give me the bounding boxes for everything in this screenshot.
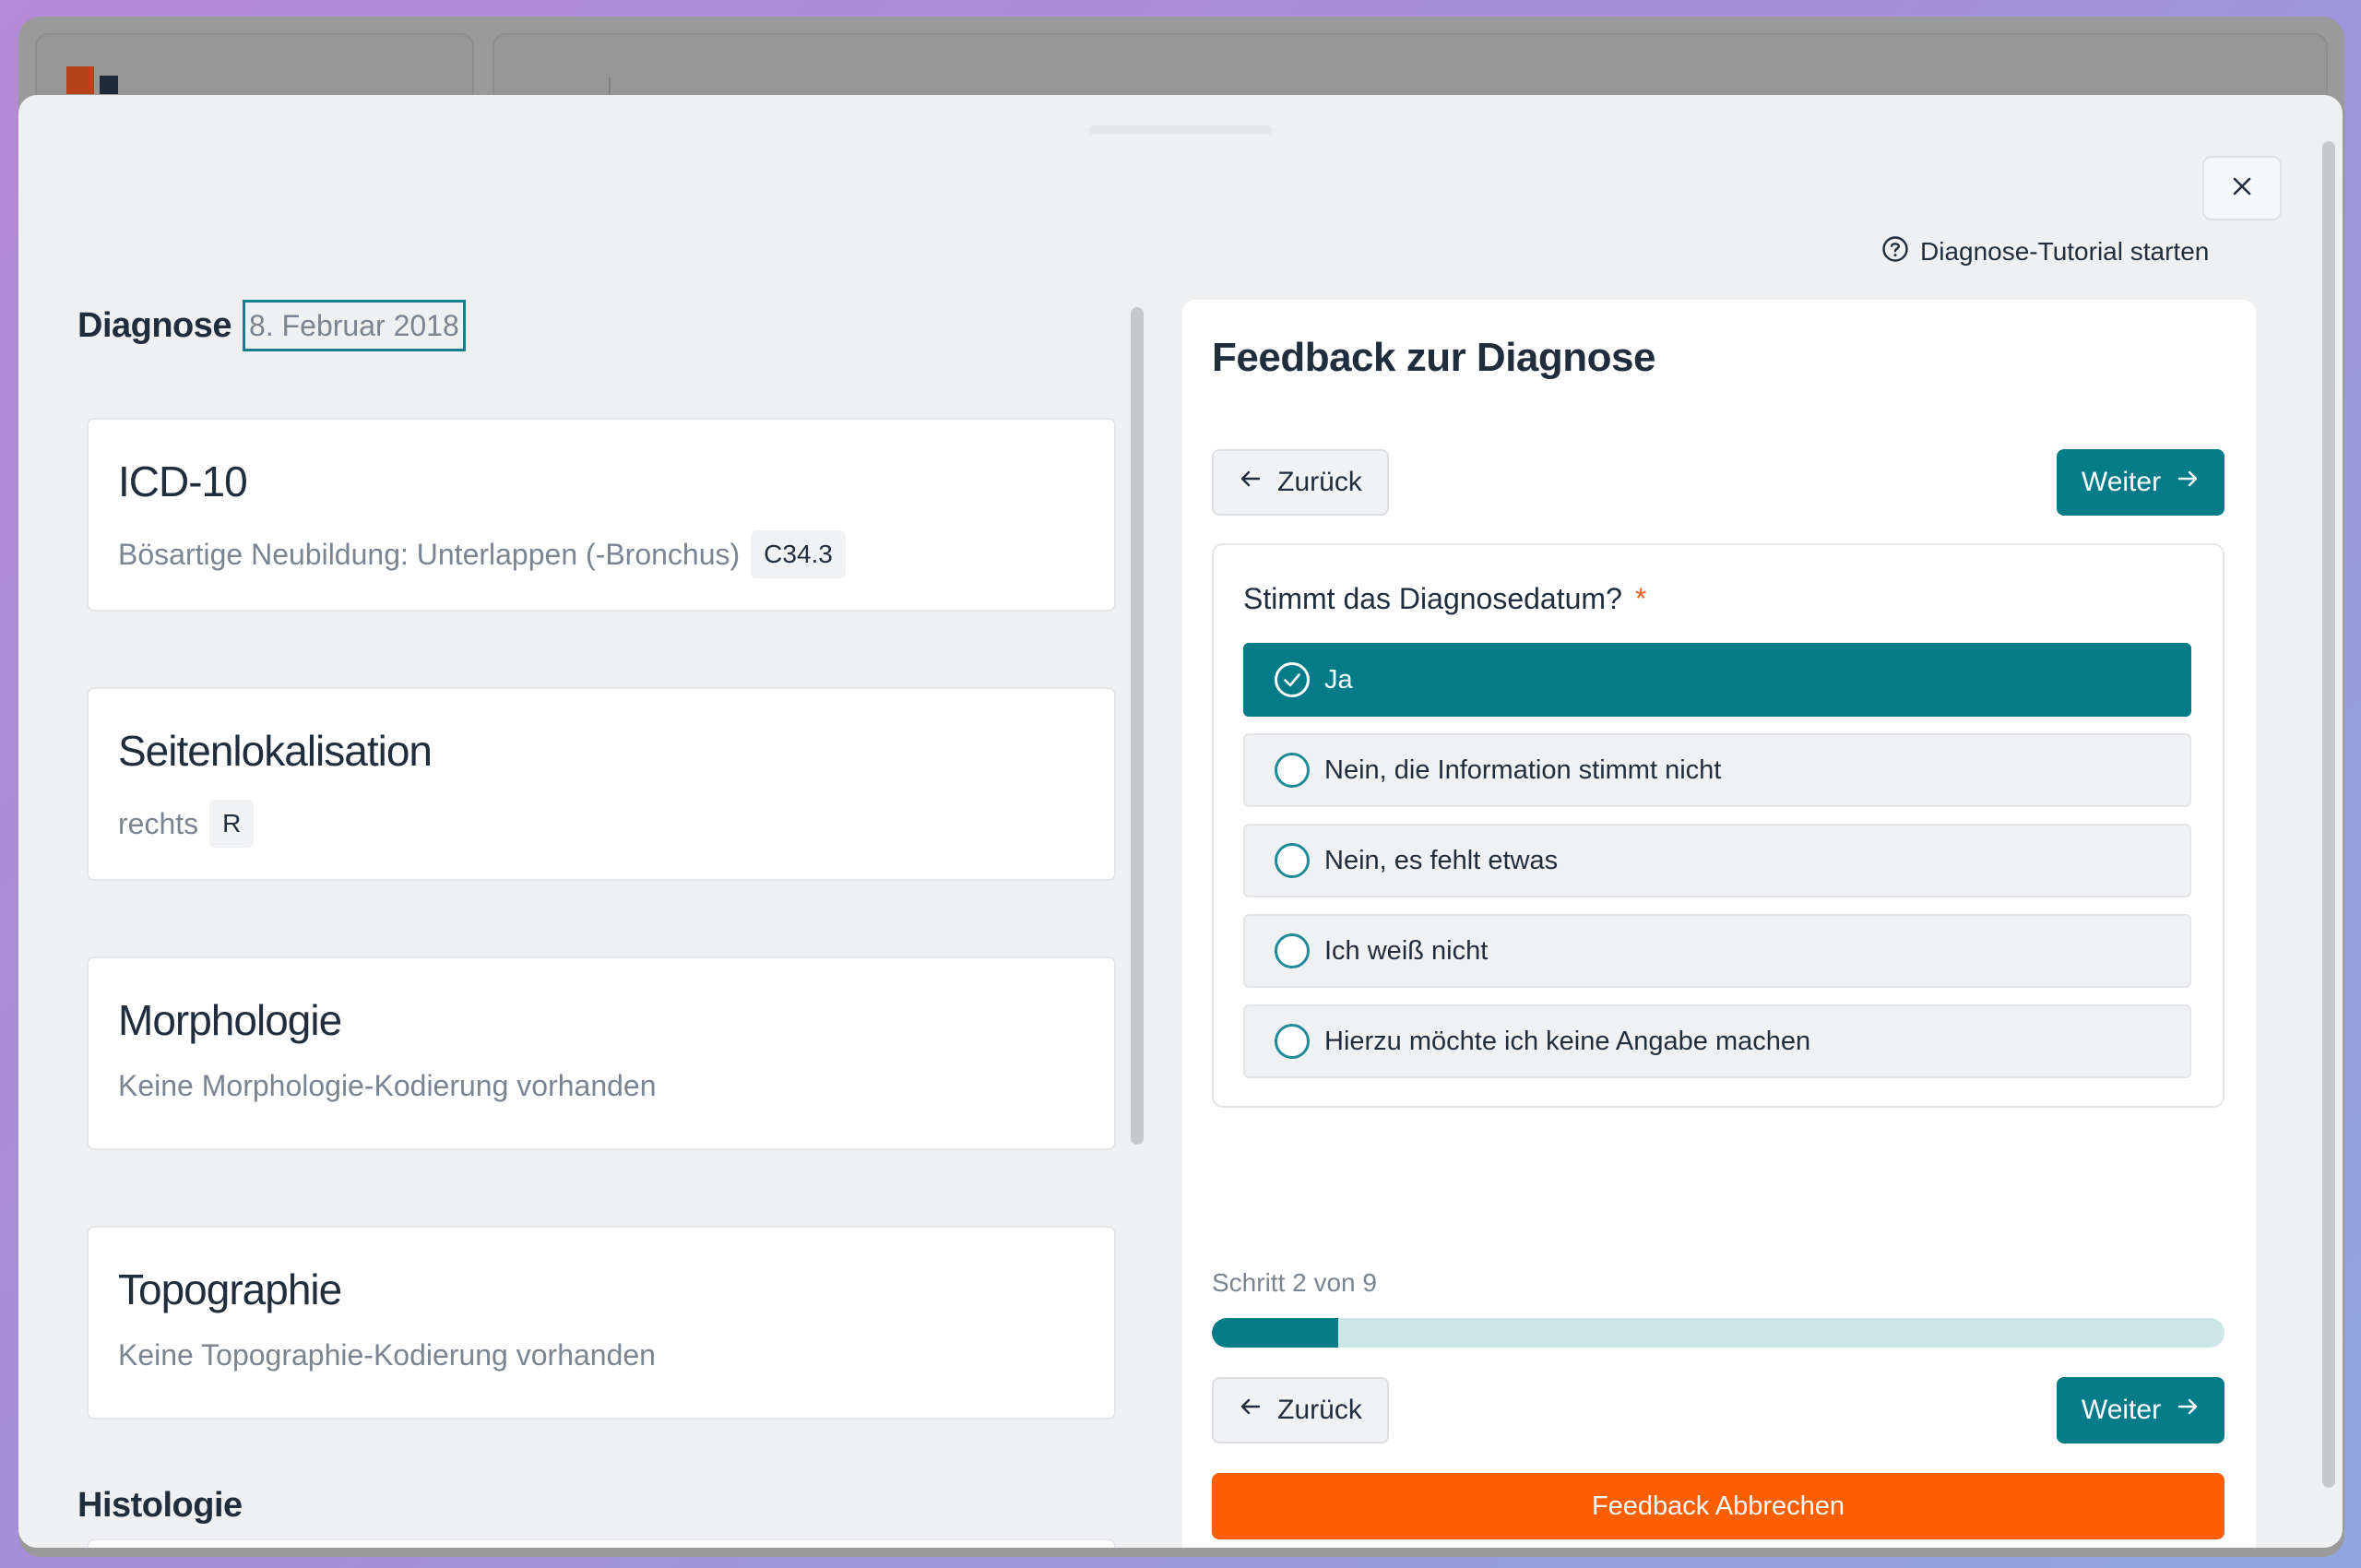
back-button[interactable]: Zurück (1212, 449, 1389, 516)
start-tutorial-link[interactable]: Diagnose-Tutorial starten (1881, 235, 2209, 268)
morphology-card: Morphologie Keine Morphologie-Kodierung … (87, 956, 1116, 1150)
cancel-label: Feedback Abbrechen (1591, 1491, 1845, 1521)
required-marker: * (1634, 582, 1647, 615)
card-body: Keine Morphologie-Kodierung vorhanden (118, 1069, 657, 1103)
progress-fill (1212, 1318, 1339, 1348)
help-circle-icon (1881, 235, 1909, 269)
arrow-left-icon (1239, 1395, 1263, 1426)
arrow-right-icon (2176, 1395, 2200, 1426)
option-no-missing[interactable]: Nein, es fehlt etwas (1243, 824, 2191, 897)
code-badge: C34.3 (751, 530, 846, 578)
tutorial-label: Diagnose-Tutorial starten (1920, 237, 2210, 266)
option-label: Ich weiß nicht (1324, 935, 1489, 966)
close-button[interactable] (2202, 156, 2282, 220)
card-title: Morphologie (118, 996, 342, 1044)
question-group: Stimmt das Diagnosedatum? * Ja Nein, die … (1212, 543, 2225, 1108)
diagnosis-sheet: Diagnose-Tutorial starten Diagnose 8. Fe… (18, 95, 2343, 1548)
histology-card (87, 1538, 1116, 1548)
close-icon (2231, 175, 2253, 202)
card-body: rechts R (118, 800, 255, 848)
diagnosis-header: Diagnose 8. Februar 2018 (77, 300, 466, 351)
option-label: Nein, es fehlt etwas (1324, 845, 1559, 875)
arrow-left-icon (1239, 467, 1263, 498)
radio-icon (1275, 753, 1310, 788)
arrow-right-icon (2176, 467, 2200, 498)
next-label: Weiter (2081, 1395, 2162, 1425)
back-label: Zurück (1277, 467, 1362, 497)
diagnosis-title: Diagnose (77, 305, 232, 345)
option-yes[interactable]: Ja (1243, 643, 2191, 717)
step-indicator: Schritt 2 von 9 (1212, 1268, 1377, 1297)
diagnosis-date[interactable]: 8. Februar 2018 (243, 300, 466, 351)
feedback-title: Feedback zur Diagnose (1212, 335, 1655, 380)
next-button[interactable]: Weiter (2057, 449, 2225, 516)
card-text: Bösartige Neubildung: Unterlappen (-Bron… (118, 537, 741, 571)
card-title: Topographie (118, 1265, 342, 1313)
diagnosis-details: Diagnose 8. Februar 2018 ICD-10 Bösartig… (18, 95, 1153, 1548)
card-title: ICD-10 (118, 457, 248, 505)
option-no-incorrect[interactable]: Nein, die Information stimmt nicht (1243, 733, 2191, 807)
radio-icon (1275, 933, 1310, 968)
card-body: Keine Topographie-Kodierung vorhanden (118, 1338, 656, 1372)
question-label: Stimmt das Diagnosedatum? * (1243, 582, 1646, 616)
radio-icon (1275, 843, 1310, 878)
card-body: Bösartige Neubildung: Unterlappen (-Bron… (118, 530, 846, 578)
check-circle-icon (1275, 662, 1310, 697)
logo-square-orange (66, 66, 94, 94)
details-scroll-thumb[interactable] (1131, 307, 1144, 1145)
back-button-bottom[interactable]: Zurück (1212, 1377, 1389, 1443)
cancel-feedback-button[interactable]: Feedback Abbrechen (1212, 1473, 2225, 1539)
laterality-card: Seitenlokalisation rechts R (87, 687, 1116, 881)
card-title: Seitenlokalisation (118, 727, 433, 775)
topography-card: Topographie Keine Topographie-Kodierung … (87, 1226, 1116, 1420)
histology-title: Histologie (77, 1486, 243, 1525)
option-dont-know[interactable]: Ich weiß nicht (1243, 914, 2191, 988)
next-button-bottom[interactable]: Weiter (2057, 1377, 2225, 1443)
progress-bar (1212, 1318, 2225, 1348)
option-label: Nein, die Information stimmt nicht (1324, 754, 1722, 785)
radio-icon (1275, 1024, 1310, 1059)
question-text: Stimmt das Diagnosedatum? (1243, 582, 1622, 615)
option-no-answer[interactable]: Hierzu möchte ich keine Angabe machen (1243, 1004, 2191, 1078)
sheet-scrollbar[interactable] (2322, 141, 2335, 1488)
code-badge: R (209, 800, 255, 848)
card-text: rechts (118, 806, 199, 840)
card-text: Keine Topographie-Kodierung vorhanden (118, 1338, 656, 1372)
icd10-card: ICD-10 Bösartige Neubildung: Unterlappen… (87, 418, 1116, 612)
card-text: Keine Morphologie-Kodierung vorhanden (118, 1069, 657, 1102)
option-label: Hierzu möchte ich keine Angabe machen (1324, 1026, 1811, 1056)
logo-square-dark (100, 76, 118, 94)
option-label: Ja (1324, 664, 1353, 695)
back-label: Zurück (1277, 1395, 1362, 1425)
next-label: Weiter (2081, 467, 2162, 497)
feedback-panel: Feedback zur Diagnose Zurück Weiter Stim… (1182, 300, 2256, 1548)
